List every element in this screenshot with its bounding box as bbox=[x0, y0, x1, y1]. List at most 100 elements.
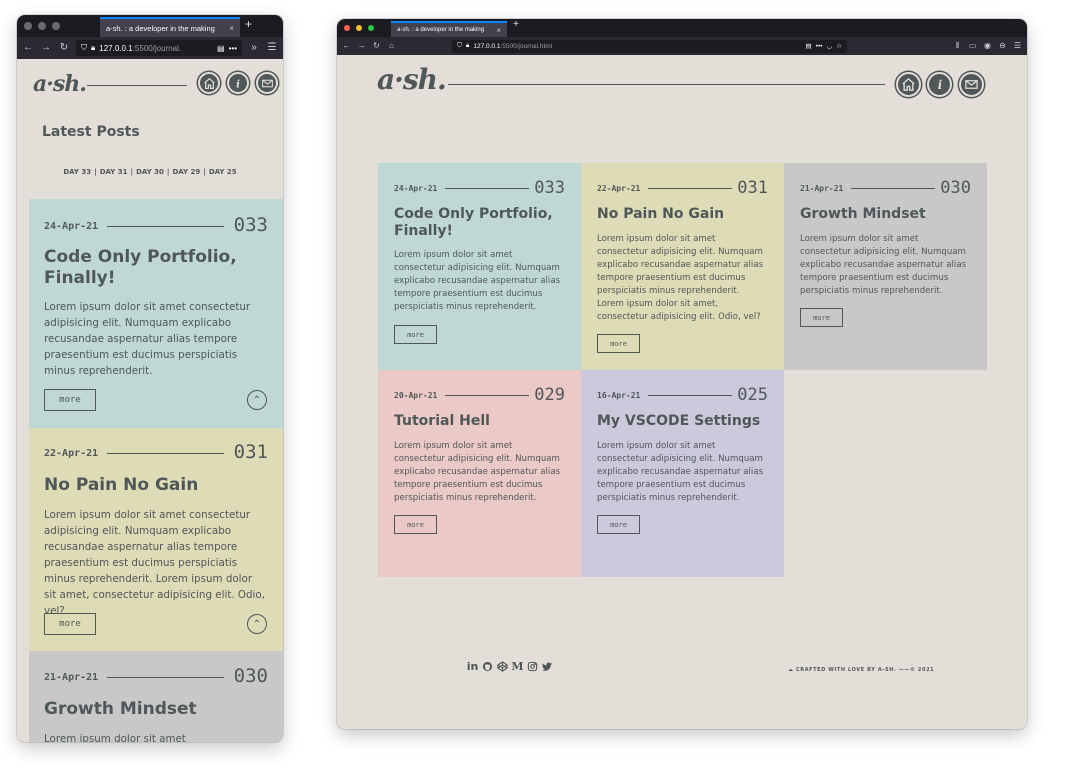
svg-text:i: i bbox=[236, 79, 240, 90]
hamburger-menu-icon[interactable]: ☰ bbox=[1013, 42, 1022, 50]
nav-toolbar: ← → ↻ ⛉ 🔒︎ 127.0.0.1:5500/journal. ▤ •••… bbox=[17, 37, 283, 59]
window-controls bbox=[337, 25, 374, 31]
tab-close-icon[interactable]: × bbox=[496, 26, 501, 35]
account-icon[interactable]: ◉ bbox=[983, 42, 992, 50]
mail-icon bbox=[261, 79, 273, 87]
collapse-chevron-icon[interactable]: ⌃ bbox=[247, 614, 267, 634]
post-card-025: 16-Apr-21 025 My VSCODE Settings Lorem i… bbox=[581, 370, 784, 577]
minimize-window-button[interactable] bbox=[356, 25, 362, 31]
post-excerpt: Lorem ipsum dolor sit amet consectetur a… bbox=[44, 509, 265, 617]
twitter-icon[interactable] bbox=[542, 661, 553, 672]
post-date-rule bbox=[648, 188, 732, 189]
post-title[interactable]: Code Only Portfolio, Finally! bbox=[44, 247, 244, 289]
tab-close-icon[interactable]: × bbox=[229, 24, 234, 33]
footer-credit: ☁ CRAFTED WITH LOVE BY A-SH. ——© 2021 bbox=[788, 667, 935, 673]
info-button[interactable]: i bbox=[927, 72, 952, 97]
post-card-031: 22-Apr-21 031 No Pain No Gain Lorem ipsu… bbox=[581, 163, 784, 370]
post-excerpt: Lorem ipsum dolor sit amet consectetur a… bbox=[597, 441, 764, 503]
library-icon[interactable]: ⫴ bbox=[953, 42, 962, 50]
home-button[interactable] bbox=[896, 72, 921, 97]
url-bar[interactable]: ⛉ 🔒︎ 127.0.0.1:5500/journal.html ▤ ••• ◡… bbox=[452, 39, 847, 53]
collapse-chevron-icon[interactable]: ⌃ bbox=[247, 390, 267, 410]
day-link[interactable]: DAY 25 bbox=[209, 168, 237, 176]
extension-icon[interactable]: ⊖ bbox=[998, 42, 1007, 50]
back-icon[interactable]: ← bbox=[22, 43, 34, 53]
day-link[interactable]: DAY 29 bbox=[172, 168, 200, 176]
info-icon: i bbox=[937, 78, 941, 92]
medium-icon[interactable]: M bbox=[511, 660, 523, 673]
new-tab-button[interactable]: + bbox=[245, 17, 252, 31]
page-actions-icon[interactable]: ••• bbox=[229, 44, 237, 53]
post-title[interactable]: No Pain No Gain bbox=[597, 206, 767, 223]
reload-icon[interactable]: ↻ bbox=[58, 43, 70, 53]
more-button[interactable]: more bbox=[800, 308, 843, 327]
more-button[interactable]: more bbox=[394, 515, 437, 534]
home-icon[interactable]: ⌂ bbox=[387, 42, 396, 50]
site-logo[interactable]: a·sh. bbox=[33, 71, 87, 97]
site-logo[interactable]: a·sh. bbox=[377, 63, 447, 96]
zoom-window-button[interactable] bbox=[368, 25, 374, 31]
post-title[interactable]: Growth Mindset bbox=[44, 699, 244, 720]
post-date-rule bbox=[445, 395, 529, 396]
browser-tab[interactable]: a-sh. : a developer in the making × bbox=[391, 21, 507, 37]
reload-icon[interactable]: ↻ bbox=[372, 42, 381, 50]
home-button[interactable] bbox=[198, 72, 220, 94]
tab-title: a-sh. : a developer in the making bbox=[397, 27, 485, 33]
mail-button[interactable] bbox=[959, 72, 984, 97]
home-icon bbox=[203, 77, 215, 89]
close-window-button[interactable] bbox=[24, 22, 32, 30]
linkedin-icon[interactable]: in bbox=[467, 660, 479, 673]
latest-posts-heading: Latest Posts bbox=[42, 124, 140, 140]
post-title[interactable]: My VSCODE Settings bbox=[597, 413, 767, 430]
back-icon[interactable]: ← bbox=[342, 42, 351, 50]
more-button[interactable]: more bbox=[597, 515, 640, 534]
browser-tab[interactable]: a-sh. : a developer in the making × bbox=[100, 17, 240, 37]
hamburger-menu-icon[interactable]: ☰ bbox=[266, 43, 278, 53]
close-window-button[interactable] bbox=[344, 25, 350, 31]
new-tab-button[interactable]: + bbox=[513, 19, 519, 30]
instagram-icon[interactable] bbox=[527, 661, 538, 672]
tab-bar: a-sh. : a developer in the making × + bbox=[337, 19, 1027, 37]
shield-icon[interactable]: ⛉ bbox=[457, 42, 462, 50]
forward-icon[interactable]: → bbox=[40, 43, 52, 53]
post-date: 21-Apr-21 bbox=[800, 184, 844, 193]
more-button[interactable]: more bbox=[44, 613, 96, 635]
post-number: 033 bbox=[233, 214, 268, 236]
reader-view-icon[interactable]: ▤ bbox=[806, 42, 812, 50]
post-title[interactable]: Code Only Portfolio, Finally! bbox=[394, 206, 564, 240]
post-title[interactable]: Growth Mindset bbox=[800, 206, 970, 223]
url-path: :5500/journal. bbox=[132, 43, 182, 53]
pocket-icon[interactable]: ◡ bbox=[827, 42, 833, 50]
more-button[interactable]: more bbox=[394, 325, 437, 344]
minimize-window-button[interactable] bbox=[38, 22, 46, 30]
day-link[interactable]: DAY 30 bbox=[136, 168, 164, 176]
overflow-chevron-icon[interactable]: » bbox=[248, 43, 260, 53]
page-actions-icon[interactable]: ••• bbox=[816, 43, 823, 50]
post-date-rule bbox=[851, 188, 935, 189]
forward-icon[interactable]: → bbox=[357, 42, 366, 50]
zoom-window-button[interactable] bbox=[52, 22, 60, 30]
reader-view-icon[interactable]: ▤ bbox=[217, 44, 225, 53]
post-card-033: 24-Apr-21 033 Code Only Portfolio, Final… bbox=[29, 199, 283, 428]
mobile-page: a·sh. i Latest Posts DAY 33 | DAY 31 | DAY 3… bbox=[17, 59, 283, 742]
url-bar[interactable]: ⛉ 🔒︎ 127.0.0.1:5500/journal. ▤ ••• bbox=[76, 40, 242, 56]
github-icon[interactable] bbox=[482, 661, 493, 672]
post-date-rule bbox=[445, 188, 529, 189]
mail-button[interactable] bbox=[256, 72, 278, 94]
more-button[interactable]: more bbox=[44, 389, 96, 411]
post-date: 24-Apr-21 bbox=[394, 184, 438, 193]
day-link[interactable]: DAY 31 bbox=[100, 168, 128, 176]
bookmark-star-icon[interactable]: ☆ bbox=[836, 42, 842, 50]
more-button[interactable]: more bbox=[597, 334, 640, 353]
post-title[interactable]: No Pain No Gain bbox=[44, 475, 244, 496]
day-link[interactable]: DAY 33 bbox=[63, 168, 91, 176]
post-number: 031 bbox=[737, 178, 768, 198]
header-rule bbox=[448, 84, 885, 85]
social-links: in M bbox=[467, 660, 553, 673]
info-button[interactable]: i bbox=[227, 72, 249, 94]
codepen-icon[interactable] bbox=[497, 661, 508, 672]
shield-icon[interactable]: ⛉ bbox=[81, 43, 87, 53]
post-title[interactable]: Tutorial Hell bbox=[394, 413, 564, 430]
sidebar-icon[interactable]: ▭ bbox=[968, 42, 977, 50]
lock-icon: 🔒︎ bbox=[91, 43, 96, 52]
